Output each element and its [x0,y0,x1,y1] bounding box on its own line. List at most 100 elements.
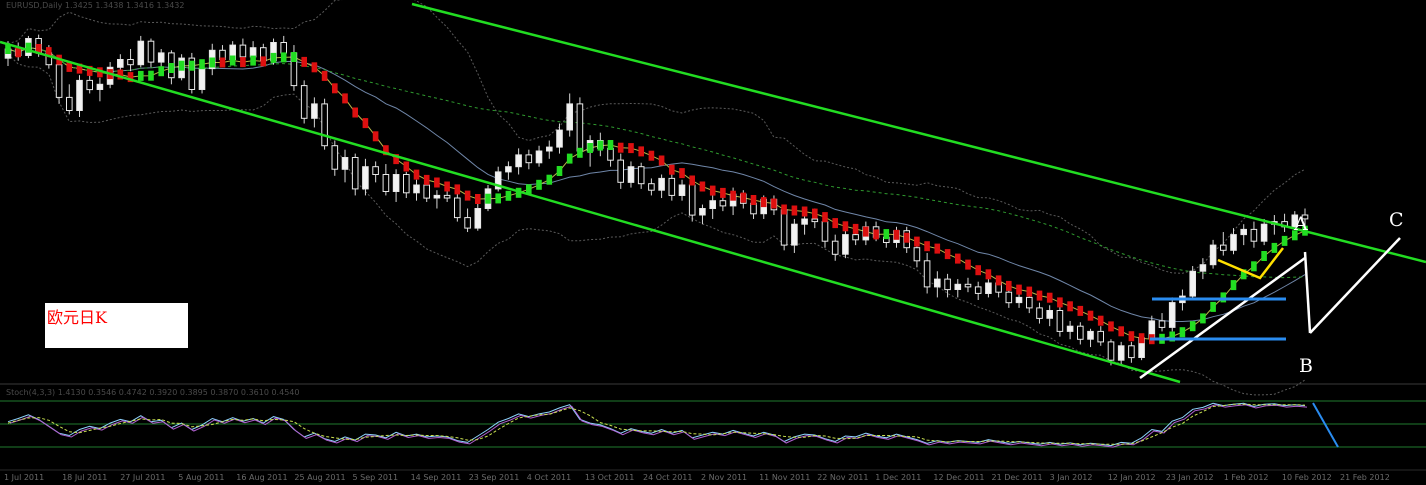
price-chart: EURUSD,Daily 1.3425 1.3438 1.3416 1.3432… [0,0,1426,482]
candle-body [1189,270,1197,297]
trend-marker-down [464,190,471,201]
trend-marker-down [720,187,726,198]
trend-marker-down [617,142,624,153]
candle-body [974,286,982,294]
stoch-projection-line [1312,402,1339,448]
candle-body [617,159,625,183]
candle-body [699,208,706,216]
date-label: 21 Dec 2011 [992,473,1043,482]
candle-body [525,154,533,164]
candle-body [791,223,798,246]
trend-marker-down [352,107,358,118]
candle-body [515,154,522,168]
date-label: 14 Sep 2011 [411,473,462,482]
ma-fast-line [7,47,1306,340]
trend-marker-down [1036,290,1043,301]
trend-marker-up [168,63,175,73]
date-label: 27 Jul 2011 [120,473,165,482]
date-label: 16 Aug 2011 [236,473,287,482]
candle-body [535,150,543,164]
trend-marker-up [556,166,563,176]
trend-marker-down [924,241,930,252]
trend-marker-down [873,229,879,240]
candle-body [1230,234,1237,251]
candle-body [443,194,451,199]
chart-title: 欧元日K [47,308,107,327]
candle-body [413,184,420,194]
chart-title-box: 欧元日K [45,303,188,348]
date-label: 5 Sep 2011 [353,473,399,482]
trend-marker-down [342,93,348,104]
candle-body [1097,330,1105,343]
candle-body [147,40,155,63]
date-label: 24 Oct 2011 [643,473,692,482]
date-label: 1 Feb 2012 [1224,473,1269,482]
candle-body [1077,325,1084,340]
candle-body [1209,244,1217,266]
trend-marker-down [240,57,246,68]
candle-body [239,44,247,58]
trend-marker-down [760,197,767,208]
candle-body [331,145,339,170]
candle-body [454,197,461,219]
candle-body [1087,330,1094,340]
trend-marker-down [740,192,747,203]
candle-body [678,184,686,196]
trend-marker-up [546,174,553,185]
candle-body [464,217,471,229]
trend-marker-down [638,146,644,157]
trend-marker-down [985,269,992,280]
trend-marker-down [434,177,440,188]
trend-marker-down [995,275,1002,286]
trend-marker-up [577,147,583,158]
candle-body [1005,291,1013,304]
trend-marker-down [454,184,461,195]
trend-marker-down [260,56,267,67]
trend-marker-down [1108,321,1114,332]
trend-marker-down [423,174,430,185]
trend-marker-down [658,155,665,166]
candle-body [1240,228,1248,236]
trend-marker-down [1097,315,1104,326]
trend-marker-up [536,179,542,190]
date-label: 12 Jan 2012 [1108,473,1156,482]
wave-label-b: B [1299,355,1313,377]
candle-body [55,64,63,98]
trend-marker-down [975,265,981,276]
candle-body [1250,228,1258,242]
trend-marker-down [965,259,971,270]
candle-body [311,103,318,119]
trend-marker-up [1189,321,1196,332]
candle-body [1220,244,1227,251]
date-label: 12 Dec 2011 [933,473,984,482]
trend-marker-up [587,143,593,153]
trend-marker-down [852,223,859,234]
candle-body [423,184,430,199]
trend-marker-down [1087,310,1094,321]
trend-marker-down [903,232,910,243]
trend-marker-up [485,193,491,204]
trend-marker-down [372,131,379,142]
stochastic-oscillator [7,402,1339,448]
trend-marker-up [189,60,195,71]
candle-body [403,174,410,194]
moving-averages [7,47,1306,340]
candle-body [985,282,992,294]
candle-body [668,177,676,196]
candle-body [86,79,94,91]
candle-body [688,184,696,216]
trend-marker-down [1138,333,1145,344]
trend-marker-up [148,70,154,81]
candle-body [831,240,839,255]
trend-marker-up [280,52,287,63]
date-label: 5 Aug 2011 [178,473,224,482]
date-label: 21 Feb 2012 [1340,473,1390,482]
trend-marker-up [607,140,614,150]
trend-marker-down [628,143,634,154]
symbol-info: EURUSD,Daily 1.3425 1.3438 1.3416 1.3432 [6,1,185,10]
candle-body [546,146,553,152]
trend-marker-down [1128,331,1135,342]
date-label: 4 Oct 2011 [527,473,571,482]
candle-body [96,83,104,91]
wave-a-b-line [1303,251,1312,334]
